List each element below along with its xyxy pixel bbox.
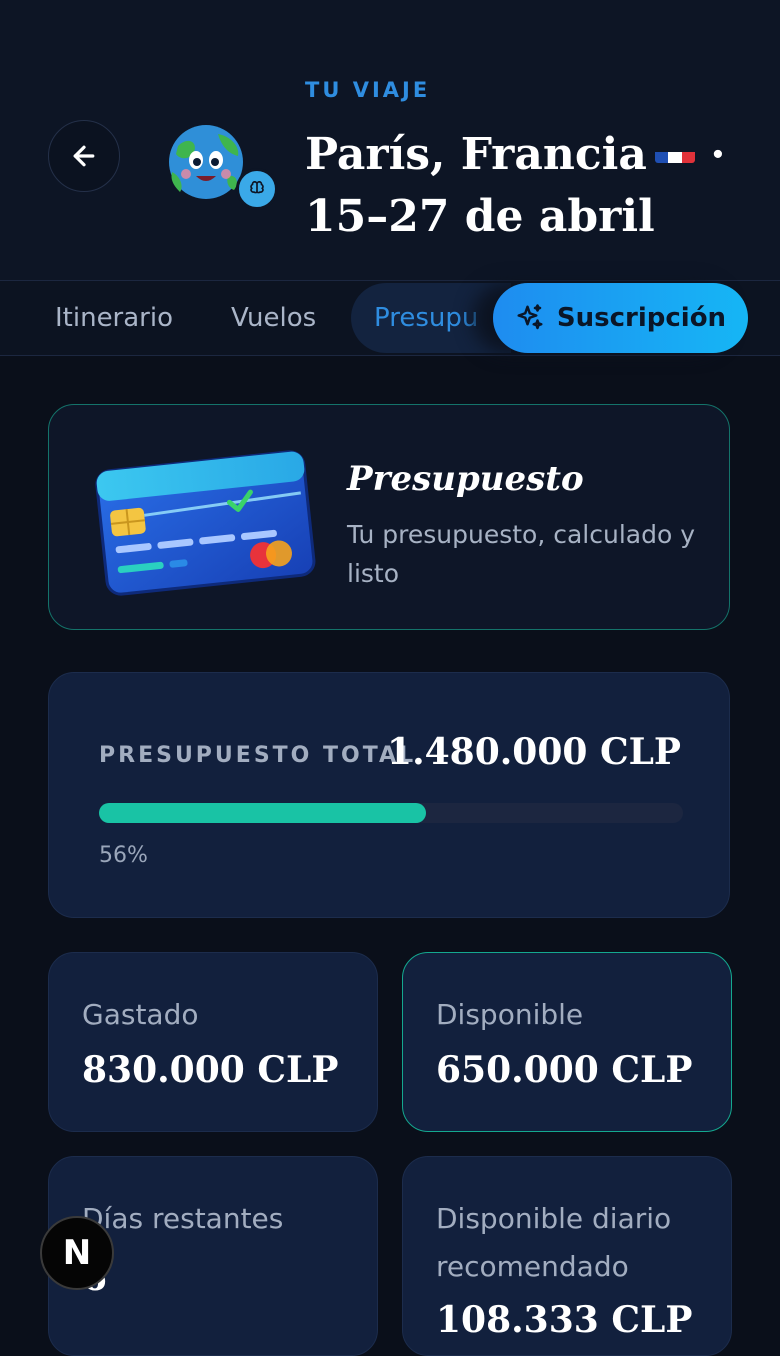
subscription-button[interactable]: Suscripción (493, 283, 748, 353)
stat-value-available: 650.000 CLP (436, 1049, 693, 1091)
total-budget-card: PRESUPUESTO TOTAL 1.480.000 CLP 56% (48, 672, 730, 918)
stat-label-spent: Gastado (82, 998, 199, 1031)
stat-card-available: Disponible 650.000 CLP (402, 952, 732, 1132)
stat-label-daily-recommended: Disponible diario recomendado (436, 1202, 672, 1283)
tab-presupuesto[interactable]: Presupu (374, 281, 478, 355)
stat-card-spent: Gastado 830.000 CLP (48, 952, 378, 1132)
budget-progress-fill (99, 803, 427, 823)
arrow-left-icon (73, 145, 95, 167)
trip-destination: París, Francia (305, 129, 647, 180)
title-separator: · (710, 129, 726, 180)
stat-label-available: Disponible (436, 998, 584, 1031)
credit-card-icon (95, 450, 316, 596)
subscription-label: Suscripción (556, 303, 727, 333)
france-flag-icon (654, 135, 695, 163)
budget-progress-percent: 56% (99, 843, 148, 868)
trip-header: TU VIAJE París, Francia · 15–27 de abril (0, 0, 780, 281)
sparkles-icon (517, 304, 543, 330)
avatar-badge (236, 168, 278, 210)
stat-label-days-left: Días restantes (82, 1202, 284, 1235)
back-button[interactable] (48, 120, 120, 192)
trip-title: París, Francia · 15–27 de abril (305, 124, 745, 248)
dev-tools-button[interactable]: N (40, 1216, 114, 1290)
budget-progress-bar (99, 803, 683, 823)
total-budget-value: 1.480.000 CLP (387, 731, 681, 773)
budget-hero-card: Presupuesto Tu presupuesto, calculado y … (48, 404, 730, 630)
total-budget-label: PRESUPUESTO TOTAL (99, 743, 417, 768)
stat-value-spent: 830.000 CLP (82, 1049, 339, 1091)
brain-icon (250, 181, 264, 194)
trip-dates: 15–27 de abril (305, 191, 655, 242)
tab-itinerario[interactable]: Itinerario (55, 281, 173, 355)
tab-vuelos[interactable]: Vuelos (231, 281, 316, 355)
section-tabs: Itinerario Vuelos Presupu Suscripción (0, 281, 780, 356)
stat-card-daily-recommended: Disponible diario recomendado 108.333 CL… (402, 1156, 732, 1356)
budget-description: Tu presupuesto, calculado y listo (347, 520, 695, 588)
stat-value-daily-recommended: 108.333 CLP (436, 1299, 693, 1341)
trip-eyebrow: TU VIAJE (305, 78, 431, 102)
budget-title: Presupuesto (347, 459, 584, 499)
